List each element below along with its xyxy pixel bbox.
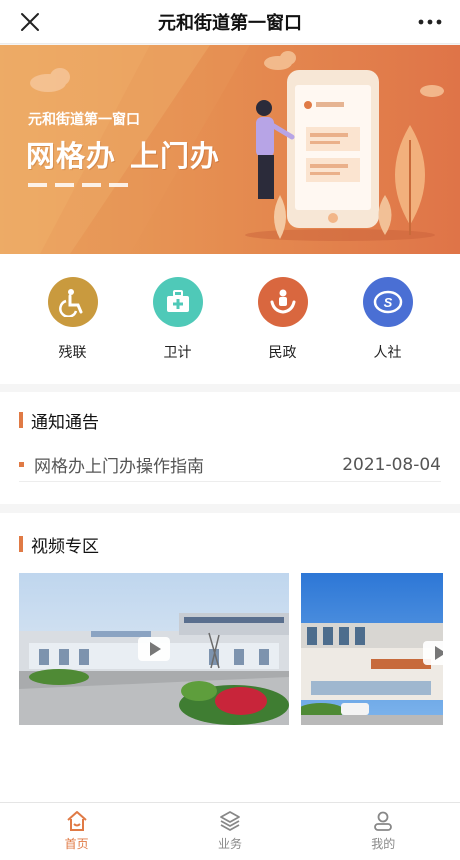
section-title: 视频专区 bbox=[31, 536, 99, 557]
tab-business[interactable]: 业务 bbox=[185, 803, 275, 860]
banner-dashes bbox=[28, 183, 128, 187]
page-title: 元和街道第一窗口 bbox=[158, 12, 302, 34]
service-minzheng[interactable]: 民政 bbox=[248, 254, 318, 384]
banner-headline-2: 上门办 bbox=[130, 139, 221, 173]
tab-label: 我的 bbox=[371, 837, 396, 851]
play-icon[interactable] bbox=[423, 641, 443, 665]
close-icon[interactable] bbox=[18, 10, 42, 34]
medical-kit-icon bbox=[152, 277, 203, 327]
service-label: 人社 bbox=[373, 345, 402, 361]
play-icon[interactable] bbox=[138, 637, 170, 661]
bottom-tab-bar: 首页 业务 我的 bbox=[0, 802, 460, 860]
civil-affairs-icon bbox=[257, 277, 308, 327]
notice-item[interactable]: 网格办上门办操作指南 2021-08-04 bbox=[19, 448, 441, 482]
service-label: 残联 bbox=[58, 345, 87, 361]
svg-text:S: S bbox=[383, 295, 392, 310]
video-header: 视频专区 bbox=[19, 513, 441, 575]
notice-item-title: 网格办上门办操作指南 bbox=[34, 457, 204, 477]
notice-header: 通知通告 bbox=[19, 392, 441, 448]
top-bar: 元和街道第一窗口 bbox=[0, 0, 460, 44]
notice-section: 通知通告 网格办上门办操作指南 2021-08-04 bbox=[0, 392, 460, 504]
service-canlian[interactable]: 残联 bbox=[38, 254, 108, 384]
layers-icon bbox=[220, 811, 240, 831]
service-renshe[interactable]: S 人社 bbox=[353, 254, 423, 384]
service-grid: 残联 卫计 民政 S 人社 bbox=[0, 254, 460, 384]
service-label: 卫计 bbox=[163, 345, 192, 361]
notice-item-date: 2021-08-04 bbox=[342, 454, 441, 475]
bullet-icon bbox=[19, 462, 24, 467]
service-weiji[interactable]: 卫计 bbox=[143, 254, 213, 384]
tab-mine[interactable]: 我的 bbox=[338, 803, 428, 860]
tab-label: 业务 bbox=[217, 837, 242, 851]
section-accent-bar bbox=[19, 412, 23, 428]
banner-headline-1: 网格办 bbox=[26, 139, 117, 173]
more-icon[interactable] bbox=[416, 10, 444, 34]
tab-home[interactable]: 首页 bbox=[32, 803, 122, 860]
section-title: 通知通告 bbox=[31, 412, 99, 433]
video-card[interactable] bbox=[301, 573, 443, 725]
banner-headline: 网格办 上门办 bbox=[26, 133, 220, 175]
home-icon bbox=[66, 811, 87, 831]
video-section: 视频专区 bbox=[0, 513, 460, 802]
video-card[interactable] bbox=[19, 573, 289, 725]
service-label: 民政 bbox=[268, 345, 297, 361]
tab-label: 首页 bbox=[64, 837, 89, 851]
social-security-icon: S bbox=[362, 277, 413, 327]
section-accent-bar bbox=[19, 536, 23, 552]
banner-subtitle: 元和街道第一窗口 bbox=[28, 112, 140, 128]
video-carousel[interactable] bbox=[19, 573, 443, 725]
hero-banner[interactable]: 元和街道第一窗口 网格办 上门办 bbox=[0, 45, 460, 254]
user-icon bbox=[374, 811, 393, 831]
video-thumbnail bbox=[301, 573, 443, 725]
disability-icon bbox=[47, 277, 98, 327]
